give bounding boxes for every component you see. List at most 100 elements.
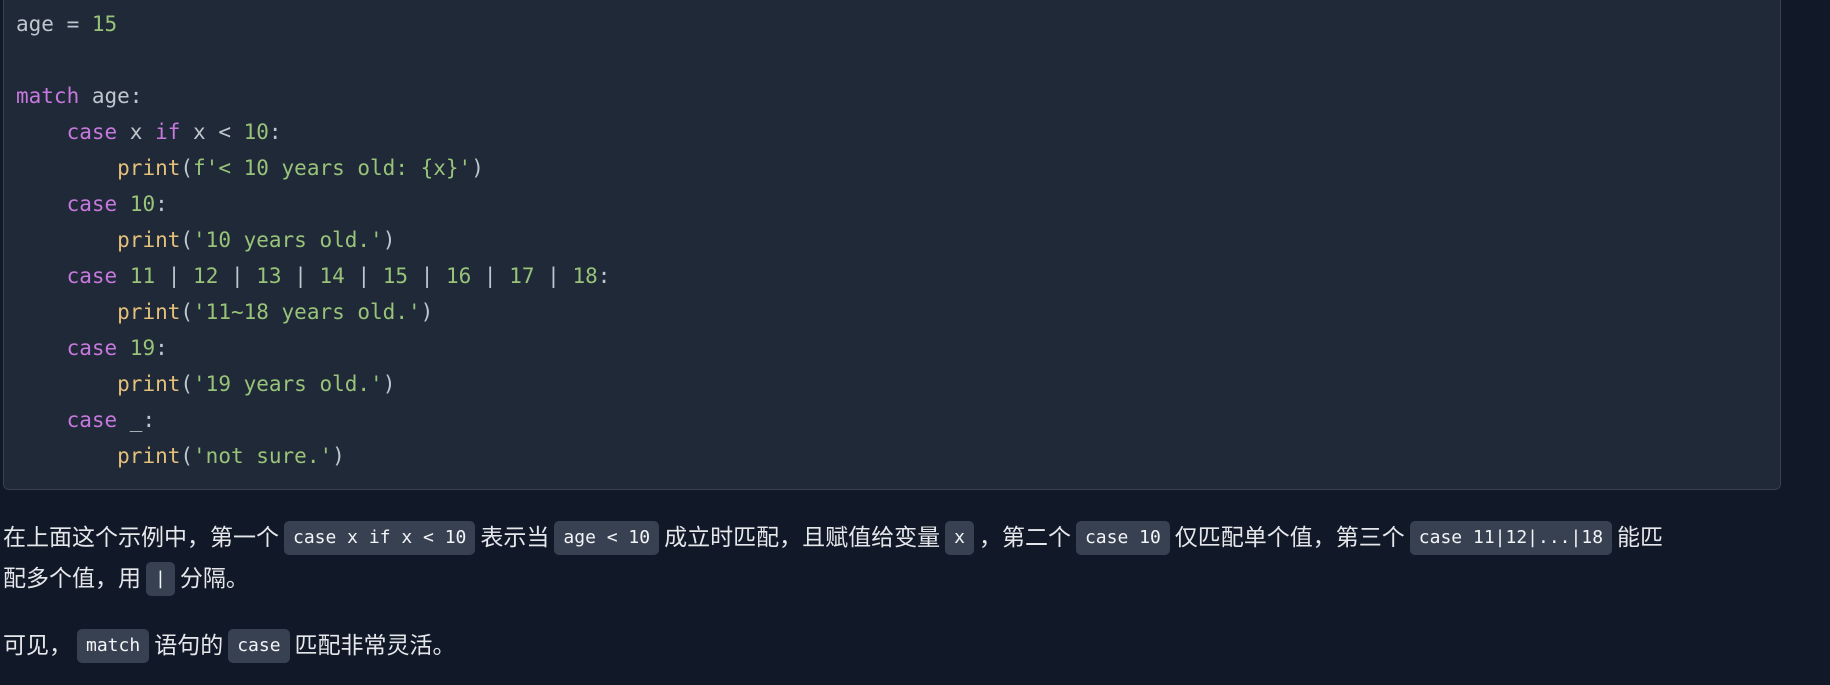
code-lines: age = 15 match age: case x if x < 10: pr… [16,6,610,474]
code-token: 11 [129,264,156,288]
code-token: 12 [193,264,219,288]
explanation-paragraph-continued: 配多个值，用 | 分隔。 [3,559,249,600]
code-token: ( [180,372,194,396]
code-token: 15 [382,264,409,288]
code-token: print [117,228,181,252]
code-token: | [344,264,383,288]
paragraph-text: 仅匹配单个值，第三个 [1174,525,1405,551]
code-token: 'not sure.' [193,444,333,468]
code-token: case [66,264,118,288]
code-token: 15 [91,12,118,36]
inline-code: match [77,629,150,663]
paragraph-text: 表示当 [480,525,550,551]
code-token: _: [117,408,156,432]
code-line: print('not sure.') [16,438,610,474]
code-token: : [155,192,168,216]
code-token: 17 [509,264,535,288]
code-token: ( [180,228,194,252]
code-token: ( [180,444,194,468]
code-token: ) [420,300,434,324]
code-token: | [408,264,446,288]
code-token: '10 years old.' [193,228,383,252]
code-token: print [117,372,181,396]
code-token: | [534,264,573,288]
code-token: case [66,336,118,360]
explanation-paragraph: 在上面这个示例中，第一个 case x if x < 10 表示当 age < 10 成… [3,518,1663,559]
code-token: : [155,336,168,360]
paragraph-text: 语句的 [154,633,224,659]
paragraph-text: 成立时匹配，且赋值给变量 [664,525,941,551]
code-line: case x if x < 10: [16,114,610,150]
inline-code: case 10 [1075,521,1170,555]
code-line: case 19: [16,330,610,366]
code-token: 10 [129,192,156,216]
code-line: age = 15 [16,6,610,42]
code-token: | [218,264,257,288]
inline-code: | [146,562,175,596]
code-token: age [16,12,54,36]
code-token: | [281,264,320,288]
code-token: match [16,84,80,108]
code-token: case [66,120,118,144]
code-token: ) [471,156,484,180]
paragraph-text: 在上面这个示例中，第一个 [3,525,279,551]
paragraph-text: 匹配非常灵活。 [294,633,456,659]
code-token: print [117,156,181,180]
code-token: '11~18 years old.' [193,300,421,324]
code-token: 13 [256,264,282,288]
paragraph-text: 能匹 [1617,525,1664,551]
code-token: age: [79,84,143,108]
paragraph-text: 可见， [3,633,72,659]
code-line: case 10: [16,186,610,222]
inline-code: age < 10 [554,521,660,555]
code-token: f'< 10 years old: {x}' [193,156,472,180]
paragraph-text: 配多个值，用 [3,566,141,592]
code-token: | [471,264,510,288]
paragraph-text: 分隔。 [179,566,249,592]
code-token: case [66,408,118,432]
inline-code: x [945,521,974,555]
code-token: 19 [129,336,156,360]
paragraph-text: ，第二个 [978,525,1071,551]
inline-code: case [228,629,290,663]
code-token: : [268,120,282,144]
code-token: if [155,120,181,144]
code-line: print('19 years old.') [16,366,610,402]
code-token: ) [382,372,396,396]
code-token: ) [332,444,345,468]
code-token: 14 [319,264,345,288]
conclusion-paragraph: 可见， match 语句的 case 匹配非常灵活。 [3,626,456,667]
code-token: ( [180,300,194,324]
code-token: ) [382,228,396,252]
code-token: '19 years old.' [193,372,383,396]
inline-code: case 11|12|...|18 [1409,521,1613,555]
code-token: print [117,300,181,324]
code-token: x [117,120,156,144]
code-token: 18 [572,264,598,288]
code-token: print [117,444,181,468]
code-token: : [597,264,611,288]
code-line: case _: [16,402,610,438]
code-token: ( [180,156,194,180]
code-token: = [53,12,92,36]
code-line: print('11~18 years old.') [16,294,610,330]
code-block: age = 15 match age: case x if x < 10: pr… [3,0,1781,490]
inline-code: case x if x < 10 [284,521,476,555]
code-token: x < [180,120,244,144]
code-token: | [155,264,194,288]
code-line: match age: [16,78,610,114]
code-line: print(f'< 10 years old: {x}') [16,150,610,186]
